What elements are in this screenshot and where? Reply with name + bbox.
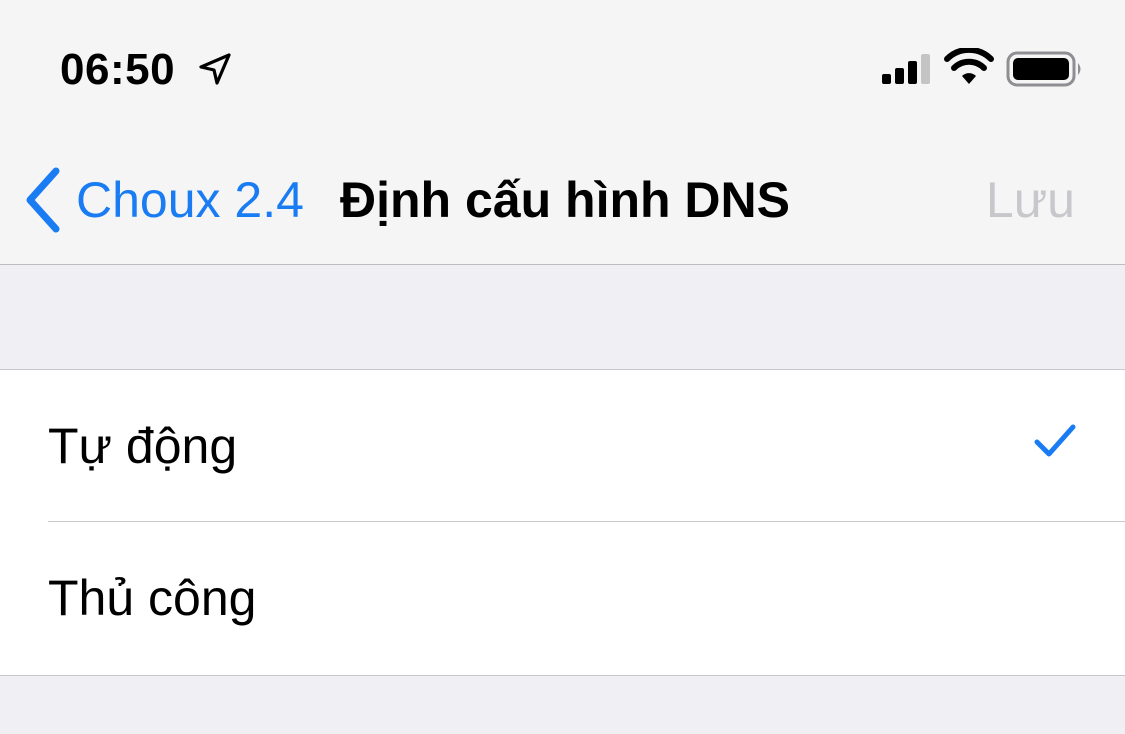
location-arrow-icon	[199, 53, 231, 85]
option-manual-row[interactable]: Thủ công	[0, 522, 1125, 674]
wifi-icon	[944, 48, 994, 84]
back-button-label: Choux 2.4	[76, 172, 304, 228]
status-time: 06:50	[60, 45, 176, 94]
page-title: Định cấu hình DNS	[340, 172, 790, 228]
option-automatic-label: Tự động	[48, 418, 238, 474]
screen: 06:50 Choux 2.4 Định cấu hình DNS Lưu Tự…	[0, 0, 1125, 734]
option-manual-label: Thủ công	[48, 570, 257, 626]
save-button[interactable]: Lưu	[986, 160, 1075, 240]
option-automatic-row[interactable]: Tự động	[0, 370, 1125, 522]
battery-icon	[1006, 51, 1081, 87]
dns-mode-options: Tự động Thủ công	[0, 369, 1125, 676]
cellular-signal-icon	[882, 54, 930, 84]
back-button[interactable]: Choux 2.4	[22, 160, 304, 240]
chevron-left-icon	[26, 167, 60, 233]
checkmark-icon	[1034, 424, 1076, 457]
navigation-chrome: 06:50 Choux 2.4 Định cấu hình DNS Lưu	[0, 0, 1125, 265]
